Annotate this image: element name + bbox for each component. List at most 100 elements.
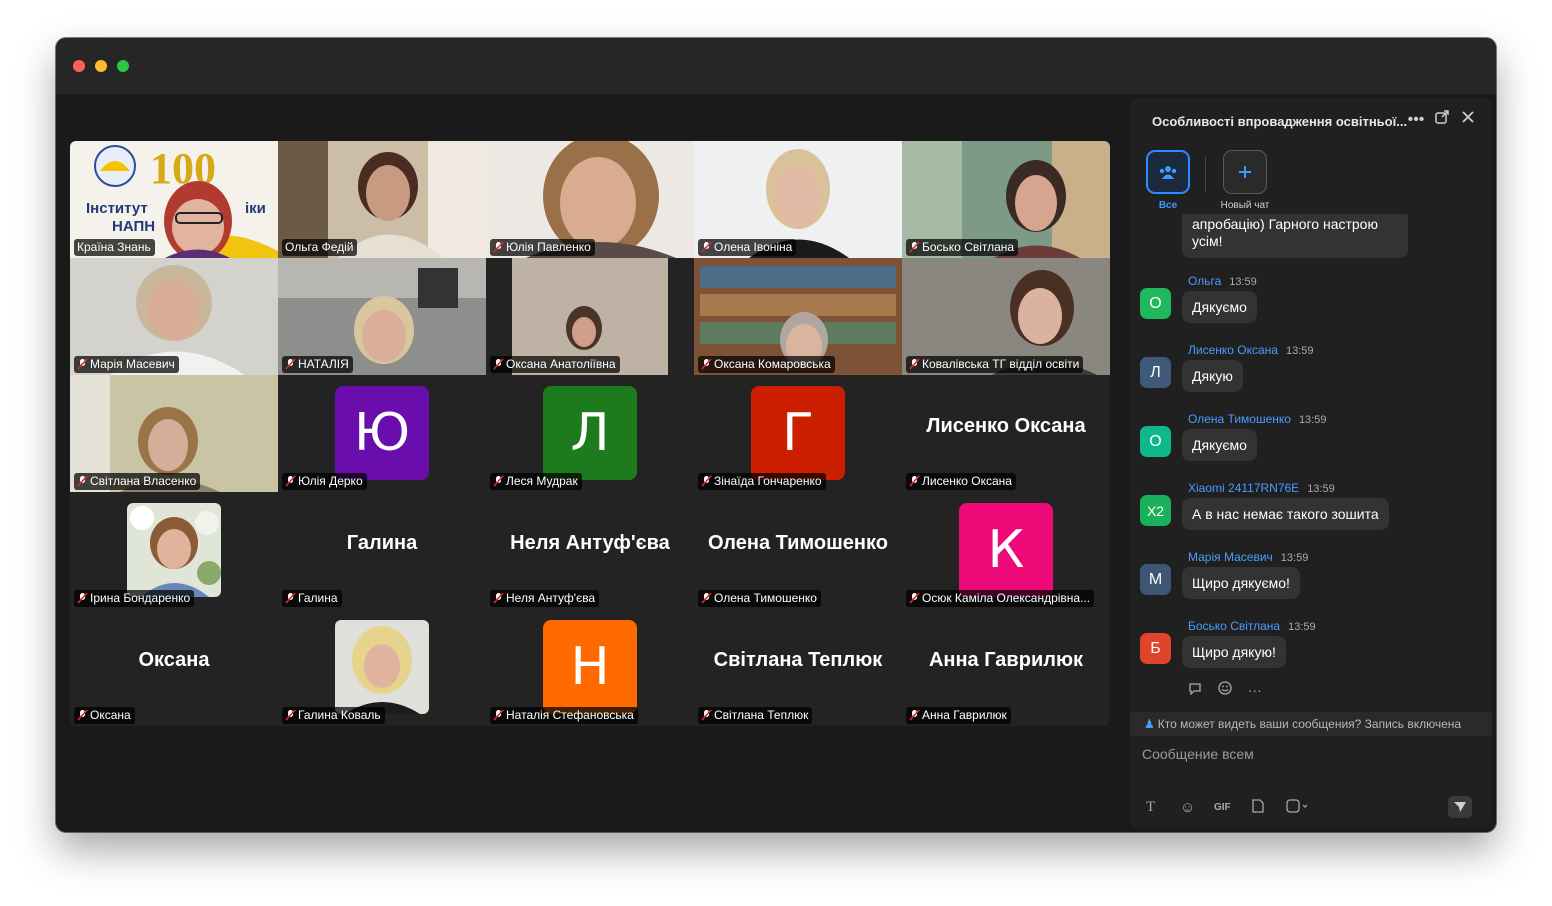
participant-display-name: Галина <box>346 532 418 554</box>
tab-new-chat[interactable]: Новый чат <box>1214 150 1276 211</box>
participant-tile[interactable]: НАТАЛІЯ <box>278 258 486 375</box>
chat-title: Особливості впровадження освітньої... <box>1152 114 1408 129</box>
plus-icon <box>1223 150 1267 194</box>
format-text-icon[interactable]: T <box>1146 799 1155 816</box>
svg-text:Інститут: Інститут <box>86 200 148 217</box>
participant-tile[interactable]: Оксана Оксана <box>70 609 278 726</box>
minimize-window-button[interactable] <box>95 60 107 72</box>
mic-muted-icon <box>493 709 504 721</box>
participant-avatar: Н <box>543 620 637 714</box>
participant-name: Оксана Анатоліївна <box>490 356 620 373</box>
message-sender[interactable]: Марія Масевич 13:59 <box>1188 550 1308 564</box>
message-bubble: апробацію) Гарного настрою усім! <box>1182 214 1408 258</box>
participant-tile[interactable]: Марія Масевич <box>70 258 278 375</box>
gallery-view: 100 Інститут іки НАПН Країна Знань Ольга… <box>70 141 1110 726</box>
participant-tile[interactable]: Ольга Федій <box>278 141 486 258</box>
participant-tile[interactable]: Світлана Теплюк Світлана Теплюк <box>694 609 902 726</box>
message-time: 13:59 <box>1288 621 1316 633</box>
participant-avatar: Ю <box>335 386 429 480</box>
participant-tile[interactable]: Олена Івоніна <box>694 141 902 258</box>
reply-icon[interactable] <box>1188 682 1206 698</box>
more-icon[interactable]: ··· <box>1248 682 1262 698</box>
participant-display-name: Олена Тимошенко <box>708 532 888 554</box>
participant-tile[interactable]: К Осюк Каміла Олександрівна... <box>902 492 1110 609</box>
chat-message: Л Лисенко Оксана 13:59 Дякую <box>1130 343 1492 409</box>
participant-tile[interactable]: Босько Світлана <box>902 141 1110 258</box>
participant-tile[interactable]: Оксана Комаровська <box>694 258 902 375</box>
message-sender[interactable]: Xiaomi 24117RN76E 13:59 <box>1188 481 1335 495</box>
gif-icon[interactable]: GIF <box>1214 802 1231 813</box>
mic-muted-icon <box>701 475 712 487</box>
pop-out-icon[interactable] <box>1432 110 1452 130</box>
participant-tile[interactable]: Юлія Павленко <box>486 141 694 258</box>
participant-tile[interactable]: Світлана Власенко <box>70 375 278 492</box>
participant-tile[interactable]: Ковалівська ТГ відділ освіти <box>902 258 1110 375</box>
composer-toolbar: T ☺ GIF <box>1142 796 1482 820</box>
participant-tile[interactable]: Лисенко Оксана Лисенко Оксана <box>902 375 1110 492</box>
participant-tile[interactable]: Неля Антуф'єва Неля Антуф'єва <box>486 492 694 609</box>
close-icon[interactable] <box>1458 110 1478 130</box>
message-sender[interactable]: Босько Світлана 13:59 <box>1188 619 1316 633</box>
participant-name: Лисенко Оксана <box>906 473 1016 490</box>
participant-tile[interactable]: Оксана Анатоліївна <box>486 258 694 375</box>
message-sender[interactable]: Олена Тимошенко 13:59 <box>1188 412 1326 426</box>
participant-tile[interactable]: Галина Коваль <box>278 609 486 726</box>
participant-name: Світлана Власенко <box>74 473 201 490</box>
file-icon[interactable] <box>1252 799 1264 816</box>
emoji-icon[interactable] <box>1218 681 1236 698</box>
participant-tile[interactable]: Ю Юлія Дерко <box>278 375 486 492</box>
close-window-button[interactable] <box>73 60 85 72</box>
mic-muted-icon <box>909 592 920 604</box>
mic-muted-icon <box>285 358 296 370</box>
screenshot-icon[interactable] <box>1286 799 1308 816</box>
privacy-notice[interactable]: ♟ Кто может видеть ваши сообщения? Запись… <box>1130 712 1492 736</box>
chat-message: О Олена Тимошенко 13:59 Дякуємо <box>1130 412 1492 478</box>
title-bar <box>56 38 1496 94</box>
participant-display-name: Неля Антуф'єва <box>510 532 670 554</box>
person-icon: ♟ <box>1144 717 1155 731</box>
mic-muted-icon <box>909 475 920 487</box>
participant-tile[interactable]: 100 Інститут іки НАПН Країна Знань <box>70 141 278 258</box>
message-sender[interactable]: Лисенко Оксана 13:59 <box>1188 343 1314 357</box>
mic-muted-icon <box>493 592 504 604</box>
message-time: 13:59 <box>1298 414 1327 426</box>
svg-text:іки: іки <box>245 200 266 217</box>
participant-tile[interactable]: Галина Галина <box>278 492 486 609</box>
more-options-icon[interactable]: ••• <box>1406 110 1426 130</box>
emoji-icon[interactable]: ☺ <box>1180 799 1195 816</box>
mic-muted-icon <box>77 709 88 721</box>
chat-header: Особливості впровадження освітньої... ••… <box>1130 98 1492 142</box>
chat-panel: Особливості впровадження освітньої... ••… <box>1130 98 1492 828</box>
avatar: X2 <box>1140 495 1171 526</box>
message-input[interactable]: Сообщение всем <box>1142 746 1254 762</box>
participant-display-name: Світлана Теплюк <box>713 649 883 671</box>
send-button[interactable] <box>1448 796 1472 818</box>
mic-muted-icon <box>77 358 88 370</box>
avatar: Л <box>1140 357 1171 388</box>
participant-name: Леся Мудрак <box>490 473 582 490</box>
mic-muted-icon <box>909 358 920 370</box>
mic-muted-icon <box>909 709 920 721</box>
participant-tile[interactable]: Олена Тимошенко Олена Тимошенко <box>694 492 902 609</box>
message-time: 13:59 <box>1229 276 1257 288</box>
profile-photo <box>335 620 429 714</box>
zoom-window-button[interactable] <box>117 60 129 72</box>
participant-name: Країна Знань <box>74 239 155 256</box>
chat-message: X2 Xiaomi 24117RN76E 13:59 А в нас немає … <box>1130 481 1492 547</box>
tab-everyone[interactable]: Все <box>1137 150 1199 211</box>
participant-tile[interactable]: Г Зінаїда Гончаренко <box>694 375 902 492</box>
mic-muted-icon <box>493 358 504 370</box>
participant-tile[interactable]: Анна Гаврилюк Анна Гаврилюк <box>902 609 1110 726</box>
participant-name: Зінаїда Гончаренко <box>698 473 826 490</box>
participant-name: НАТАЛІЯ <box>282 356 353 373</box>
participant-tile[interactable]: Л Леся Мудрак <box>486 375 694 492</box>
participant-tile[interactable]: Н Наталія Стефановська <box>486 609 694 726</box>
send-icon <box>1454 802 1466 812</box>
message-list: апробацію) Гарного настрою усім! О Ольга… <box>1130 214 1492 704</box>
message-time: 13:59 <box>1285 345 1314 357</box>
tab-label: Новый чат <box>1220 200 1270 211</box>
participant-tile[interactable]: Ірина Бондаренко <box>70 492 278 609</box>
participant-name: Ольга Федій <box>282 239 358 256</box>
message-sender[interactable]: Ольга 13:59 <box>1188 274 1257 288</box>
participant-name: Наталія Стефановська <box>490 707 638 724</box>
